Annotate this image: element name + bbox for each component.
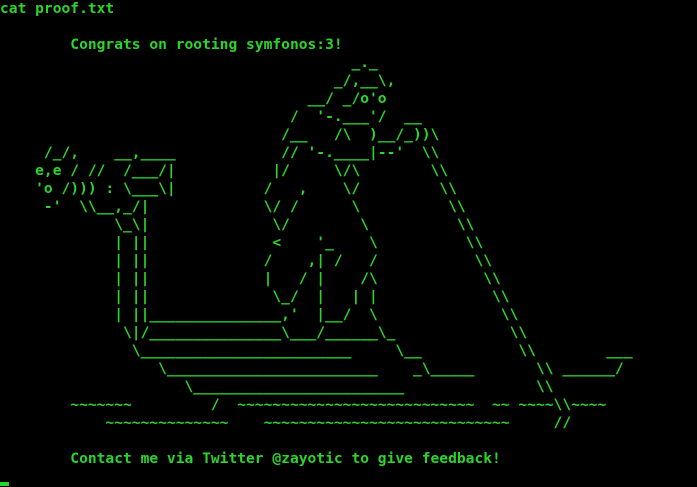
congrats-message: Congrats on rooting symfonos:3! [0,36,343,53]
command-line: cat proof.txt [0,0,115,17]
terminal-cursor [0,482,9,486]
feedback-message: Contact me via Twitter @zayotic to give … [0,450,501,467]
terminal-window[interactable]: cat proof.txt Congrats on rooting symfon… [0,0,697,487]
ascii-art-banner: _._ _/,__\, __/ _/o'o / '-.___'/ __ /__ … [35,54,633,431]
